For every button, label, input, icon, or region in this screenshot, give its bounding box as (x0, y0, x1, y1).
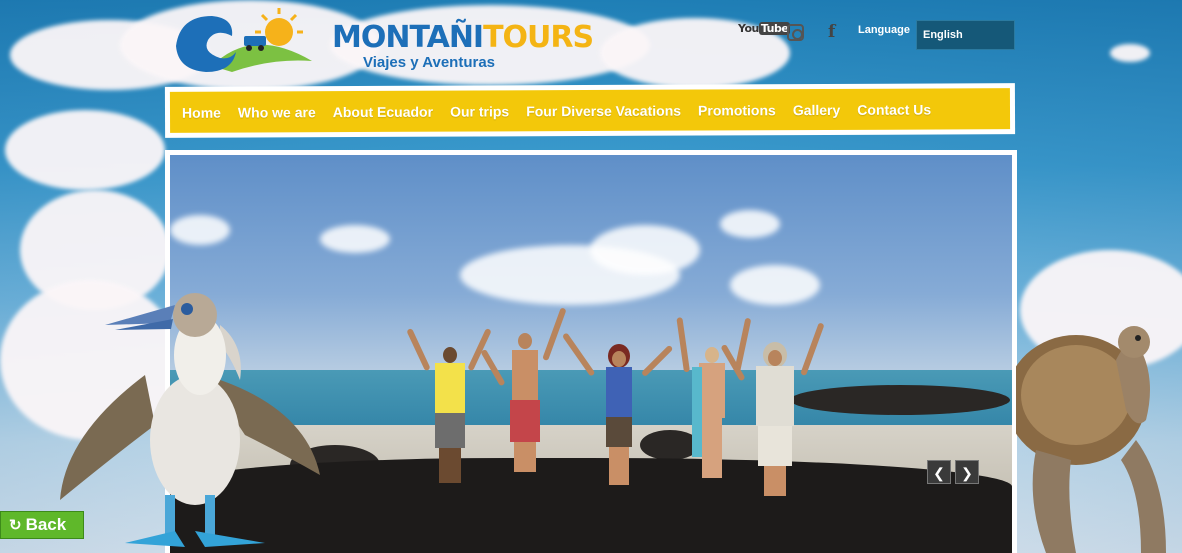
cloud (5, 110, 165, 190)
nav-item-promotions[interactable]: Promotions (698, 102, 776, 118)
traveler-arm (406, 327, 431, 372)
traveler (720, 320, 825, 500)
slider-next-button[interactable]: ❯ (955, 460, 979, 484)
traveler-legs (764, 466, 786, 496)
giant-tortoise-illustration (1016, 326, 1166, 553)
traveler-legs (702, 418, 722, 478)
brand-tagline: Viajes y Aventuras (363, 54, 496, 71)
nav-item-gallery[interactable]: Gallery (793, 101, 841, 117)
youtube-icon-badge: Tube (758, 22, 791, 35)
traveler-head (705, 347, 719, 363)
traveler (676, 317, 752, 492)
traveler (561, 325, 674, 490)
brand-name-part2: TOURS (483, 20, 594, 55)
traveler (406, 325, 492, 485)
logo-emblem-icon (176, 8, 312, 72)
site-logo[interactable]: MONTAÑITOURS Viajes y Aventuras (172, 6, 594, 80)
hero-cloud (720, 210, 780, 238)
nav-item-four-diverse-vacations[interactable]: Four Diverse Vacations (526, 102, 681, 119)
traveler-arm (676, 317, 690, 373)
hero-cloud (170, 215, 230, 245)
refresh-icon: ↻ (9, 517, 22, 534)
traveler-legs (514, 442, 536, 472)
traveler-head (443, 347, 457, 363)
language-label: Language (858, 24, 910, 36)
main-nav-bar: Home Who we are About Ecuador Our trips … (169, 88, 1011, 133)
youtube-icon[interactable]: You Tube (738, 22, 791, 35)
nav-item-contact-us[interactable]: Contact Us (857, 101, 931, 117)
nav-item-our-trips[interactable]: Our trips (450, 103, 509, 119)
traveler-shorts (510, 400, 540, 442)
language-select[interactable]: English (916, 20, 1015, 50)
traveler-shorts (758, 426, 792, 466)
nav-item-about-ecuador[interactable]: About Ecuador (333, 103, 433, 119)
traveler-towel (692, 367, 702, 457)
traveler-legs (439, 448, 461, 483)
traveler-arm (800, 322, 825, 377)
traveler-torso (699, 363, 725, 418)
traveler-torso (512, 350, 538, 400)
hero-cloud (320, 225, 390, 253)
traveler-shorts (606, 417, 632, 447)
traveler-shirt (756, 366, 794, 426)
traveler-head (768, 350, 782, 366)
slider-prev-button[interactable]: ❮ (927, 460, 951, 484)
instagram-icon[interactable] (787, 24, 804, 41)
traveler-head (612, 351, 626, 367)
hero-rock (790, 385, 1010, 415)
facebook-icon[interactable]: f (828, 22, 835, 42)
hero-cloud (730, 265, 820, 305)
main-nav: Home Who we are About Ecuador Our trips … (164, 83, 1016, 138)
brand-name-part1: MONTAÑI (332, 20, 484, 55)
traveler-shorts (435, 413, 465, 448)
traveler-top (606, 367, 632, 417)
nav-item-who-we-are[interactable]: Who we are (238, 104, 316, 120)
blue-footed-booby-illustration (60, 293, 320, 547)
traveler-head (518, 333, 532, 349)
traveler-legs (609, 447, 629, 485)
back-button-label: Back (25, 515, 67, 534)
cloud (1110, 44, 1150, 62)
hero-cloud (590, 225, 700, 275)
nav-item-home[interactable]: Home (182, 104, 221, 120)
brand-name: MONTAÑITOURS (332, 20, 594, 55)
traveler-shirt (435, 363, 465, 413)
back-button[interactable]: ↻ Back (0, 511, 84, 539)
traveler (480, 305, 567, 485)
youtube-icon-label: You (738, 22, 759, 35)
